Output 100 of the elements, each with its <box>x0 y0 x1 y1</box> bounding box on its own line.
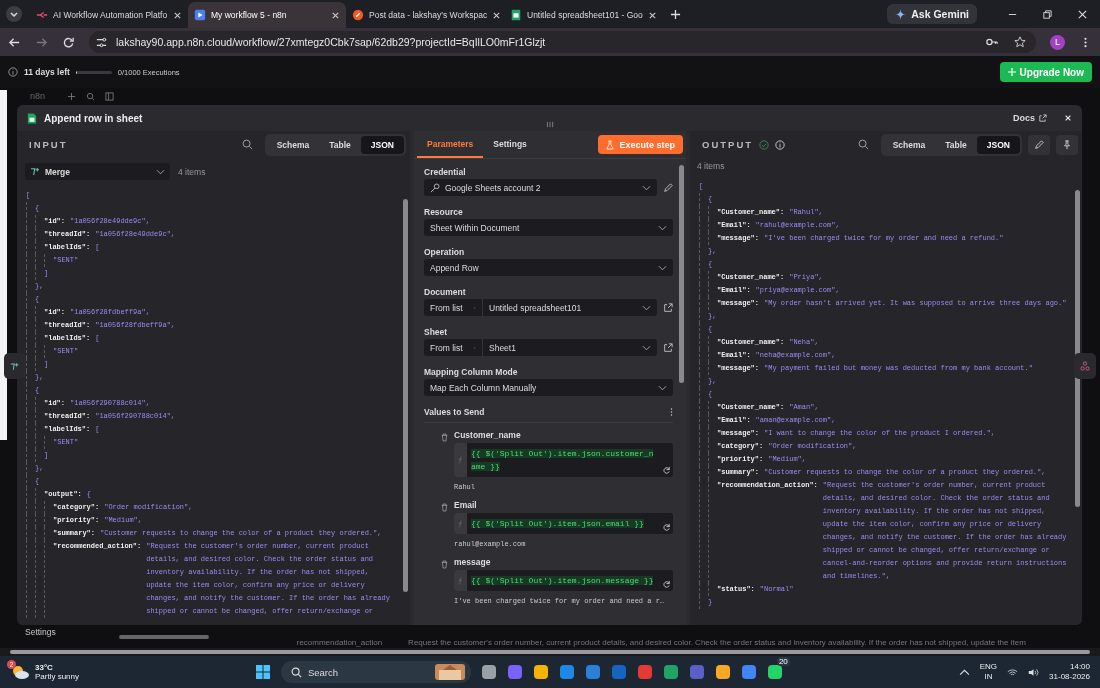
edit-button[interactable] <box>1028 134 1050 155</box>
star-icon[interactable] <box>1014 36 1026 48</box>
pencil-icon[interactable] <box>663 182 673 193</box>
key-icon[interactable] <box>986 36 998 48</box>
new-tab-icon[interactable] <box>670 8 681 20</box>
speaker-icon[interactable] <box>1028 667 1040 677</box>
app-icon[interactable] <box>740 664 757 680</box>
view-tab[interactable]: JSON <box>360 135 404 154</box>
app-icon[interactable] <box>480 664 497 680</box>
settings-tab[interactable]: Settings <box>483 131 537 158</box>
scrollbar[interactable] <box>10 650 1090 654</box>
view-tab[interactable]: Schema <box>266 135 320 154</box>
close-icon[interactable] <box>173 10 182 20</box>
app-icon[interactable] <box>714 664 731 680</box>
app-icon[interactable] <box>506 664 523 680</box>
view-tab[interactable]: Table <box>935 135 977 154</box>
column-name: message <box>454 557 492 567</box>
dropdown[interactable]: Sheet Within Document <box>424 219 673 236</box>
app-icon[interactable] <box>636 664 653 680</box>
expression-field[interactable]: {{ $('Split Out').item.json.customer_name }} <box>454 443 673 477</box>
restore-icon[interactable] <box>1042 8 1053 20</box>
dialog-title: Append row in sheet <box>44 112 143 124</box>
webhook-node-button[interactable] <box>1074 353 1096 379</box>
dropdown[interactable]: Map Each Column Manually <box>424 379 673 396</box>
scrollbar[interactable] <box>679 165 684 383</box>
view-tab[interactable]: Table <box>319 135 361 154</box>
field-label: Sheet <box>424 327 449 337</box>
view-tab[interactable]: Schema <box>882 135 936 154</box>
search-icon[interactable] <box>857 139 869 150</box>
close-icon[interactable] <box>331 10 340 20</box>
key-icon <box>430 182 440 193</box>
ask-gemini-button[interactable]: Ask Gemini <box>887 4 977 24</box>
search-icon[interactable] <box>241 139 253 150</box>
browser-tab[interactable]: Post data - lakshay's Workspac <box>346 2 504 28</box>
browser-tab[interactable]: AI Workflow Automation Platfo <box>30 2 188 28</box>
credential-select[interactable]: Google Sheets account 2 <box>424 179 657 196</box>
merge-node-button[interactable] <box>4 353 26 379</box>
search-icon[interactable] <box>86 91 96 101</box>
source-select[interactable]: Merge <box>25 163 170 180</box>
clock[interactable]: 14:00 31-08-2026 <box>1049 662 1090 682</box>
external-link-icon[interactable] <box>663 342 673 353</box>
pin-button[interactable] <box>1056 134 1078 155</box>
settings-link[interactable]: Settings <box>25 627 56 637</box>
app-icon[interactable] <box>558 664 575 680</box>
reload-icon[interactable] <box>62 35 75 49</box>
close-icon[interactable] <box>492 10 502 20</box>
app-icon[interactable] <box>532 664 549 680</box>
brand-logo-text: n8n <box>30 91 46 101</box>
item-count: 4 items <box>178 166 206 177</box>
app-icon[interactable] <box>766 664 783 680</box>
expression-field[interactable]: {{ $('Split Out').item.json.email }} <box>454 513 673 534</box>
language-indicator[interactable]: ENG IN <box>979 662 998 682</box>
close-icon[interactable] <box>1077 8 1088 20</box>
docs-link[interactable]: Docs <box>1013 113 1047 123</box>
wifi-icon[interactable] <box>1007 667 1019 677</box>
settings-tab[interactable]: Parameters <box>417 131 484 158</box>
profile-avatar[interactable]: L <box>1050 34 1065 50</box>
pencil-icon <box>1034 139 1044 150</box>
field-label: Mapping Column Mode <box>424 367 519 377</box>
external-link-icon[interactable] <box>663 302 673 313</box>
app-icon[interactable] <box>662 664 679 680</box>
windows-logo-icon[interactable] <box>254 664 271 680</box>
item-count: 4 items <box>696 160 726 173</box>
more-options-icon[interactable] <box>670 407 673 417</box>
site-settings-icon[interactable] <box>95 35 108 49</box>
expression-field[interactable]: {{ $('Split Out').item.json.message }} <box>454 570 673 591</box>
scrollbar[interactable] <box>403 199 408 593</box>
delete-icon[interactable] <box>441 503 448 512</box>
chevron-up-icon[interactable] <box>958 667 970 677</box>
refresh-icon[interactable] <box>662 466 671 475</box>
browser-tab[interactable]: Untitled spreadsheet101 - Goo <box>504 2 662 28</box>
dropdown[interactable]: Untitled spreadsheet101 <box>483 299 657 316</box>
pin-icon <box>1062 139 1072 150</box>
tab-list-icon[interactable] <box>6 6 22 22</box>
address-field[interactable]: lakshay90.app.n8n.cloud/workflow/27xmtegz0Cbk7sap/62db29?projectId=BqIlLO0mFr1Glzjt <box>89 31 1036 53</box>
refresh-icon[interactable] <box>662 580 671 589</box>
refresh-icon[interactable] <box>662 523 671 532</box>
executions-progress <box>75 70 112 74</box>
column-name: Email <box>454 500 478 510</box>
view-tab[interactable]: JSON <box>976 135 1020 154</box>
mode-dropdown[interactable]: From list <box>424 299 483 316</box>
panel-title: INPUT <box>29 139 68 150</box>
delete-icon[interactable] <box>441 433 448 442</box>
search-field[interactable]: Search <box>280 661 471 683</box>
drag-handle-icon[interactable] <box>545 121 555 128</box>
app-icon[interactable] <box>584 664 601 680</box>
info-icon[interactable] <box>775 139 786 150</box>
mode-dropdown[interactable]: From list <box>424 339 483 356</box>
logo-icon <box>36 9 48 21</box>
dropdown[interactable]: Append Row <box>424 259 673 276</box>
search-icon <box>290 666 302 678</box>
sheet-icon <box>510 9 522 21</box>
add-icon[interactable] <box>67 91 77 101</box>
panel-icon[interactable] <box>105 91 115 101</box>
scrollbar[interactable] <box>118 635 209 639</box>
scrollbar[interactable] <box>1075 190 1080 508</box>
delete-icon[interactable] <box>441 560 448 569</box>
close-icon[interactable] <box>647 10 657 20</box>
dropdown[interactable]: Sheet1 <box>483 339 657 356</box>
browser-tab[interactable]: My workflow 5 - n8n <box>188 2 346 28</box>
